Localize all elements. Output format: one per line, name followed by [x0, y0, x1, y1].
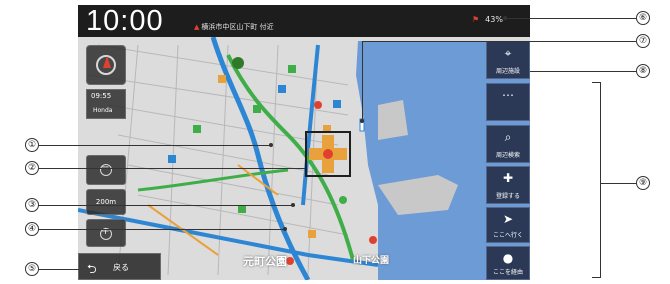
register-label: 登録する: [495, 193, 520, 200]
back-arrow-icon: ⮌: [87, 262, 97, 276]
zoom-in-button[interactable]: +: [86, 219, 126, 247]
callout-7-dot: [360, 119, 364, 123]
waypoint-label: ここを経由: [492, 269, 523, 276]
callout-4: ④: [25, 222, 39, 236]
zoom-out-button[interactable]: −: [86, 155, 126, 185]
clock: 10:00: [86, 5, 164, 37]
go-here-label: ここへ行く: [492, 232, 523, 239]
callout-6-line: [505, 18, 636, 19]
back-button-label: 戻る: [113, 263, 129, 272]
location-text: 横浜市中区山下町 付近: [201, 23, 274, 31]
battery-indicator: ⚑ 43%: [472, 15, 503, 24]
callout-1-line: [39, 145, 271, 146]
register-pin-icon: ✚: [502, 171, 514, 185]
status-bar: 10:00 ▲ 横浜市中区山下町 付近 ⚑ 43%: [78, 5, 530, 37]
callout-1-dot: [269, 143, 273, 147]
flag-icon: ⚑: [472, 15, 480, 24]
callout-6: ⑥: [636, 11, 650, 25]
compass-button[interactable]: [86, 45, 126, 85]
callout-2: ②: [25, 161, 39, 175]
go-here-icon: ➤: [502, 212, 514, 226]
waypoint-button[interactable]: ● ここを経由: [486, 246, 530, 280]
nearby-search-button[interactable]: ⌕ 周辺検索: [486, 125, 530, 163]
callout-6-dot: [503, 16, 507, 20]
map-cursor[interactable]: [305, 131, 351, 177]
callout-9-bracket: [600, 82, 601, 278]
callout-7-line: [362, 41, 636, 42]
callout-3: ③: [25, 198, 39, 212]
callout-3-line: [39, 205, 293, 206]
map-label-motomachi-park: 元町公園: [243, 255, 287, 268]
map-view[interactable]: [78, 5, 530, 280]
callout-4-dot: [283, 227, 287, 231]
nearby-search-label: 周辺検索: [495, 152, 520, 159]
battery-text: 43%: [485, 15, 503, 24]
map-scale: 200m: [86, 189, 126, 215]
callout-8: ⑧: [636, 64, 650, 78]
route-button[interactable]: ⋯: [486, 83, 530, 121]
callout-9: ⑨: [636, 176, 650, 190]
gps-time: 09:55: [91, 92, 112, 100]
callout-5: ⑤: [25, 262, 39, 276]
callout-7: ⑦: [636, 34, 650, 48]
callout-4-line: [39, 229, 285, 230]
navigation-screen: 元町公園 山下公園 10:00 ▲ 横浜市中区山下町 付近 ⚑ 43% 09:55 …: [78, 5, 530, 280]
go-here-button[interactable]: ➤ ここへ行く: [486, 207, 530, 243]
waypoint-icon: ●: [502, 251, 514, 265]
gps-label: Honda: [93, 107, 113, 114]
callout-3-dot: [291, 203, 295, 207]
callout-1: ①: [25, 138, 39, 152]
callout-8-line: [530, 71, 636, 72]
gps-info: 09:55 Honda: [86, 89, 126, 119]
callout-2-line: [39, 168, 305, 169]
callout-5-line: [39, 269, 79, 270]
nearby-facilities-button[interactable]: ⌖ 周辺施設: [486, 41, 530, 79]
search-icon: ⌕: [504, 130, 512, 144]
location-pin-icon: ▲: [194, 23, 200, 31]
register-button[interactable]: ✚ 登録する: [486, 166, 530, 204]
route-icon: ⋯: [502, 88, 514, 102]
north-needle-icon: [103, 56, 111, 68]
callout-9-line: [600, 183, 636, 184]
zoom-out-icon: −: [100, 162, 112, 176]
map-label-yamashita-park: 山下公園: [353, 256, 390, 266]
current-location: ▲ 横浜市中区山下町 付近: [194, 22, 274, 32]
callout-9-bracket-top: [592, 82, 600, 83]
nearby-facilities-label: 周辺施設: [495, 68, 520, 75]
destination-icon: ⌖: [504, 46, 512, 60]
back-button[interactable]: ⮌ 戻る: [78, 253, 161, 280]
callout-7-vline: [362, 41, 363, 121]
cursor-crosshair-icon: [309, 135, 347, 173]
callout-9-bracket-bottom: [592, 277, 600, 278]
